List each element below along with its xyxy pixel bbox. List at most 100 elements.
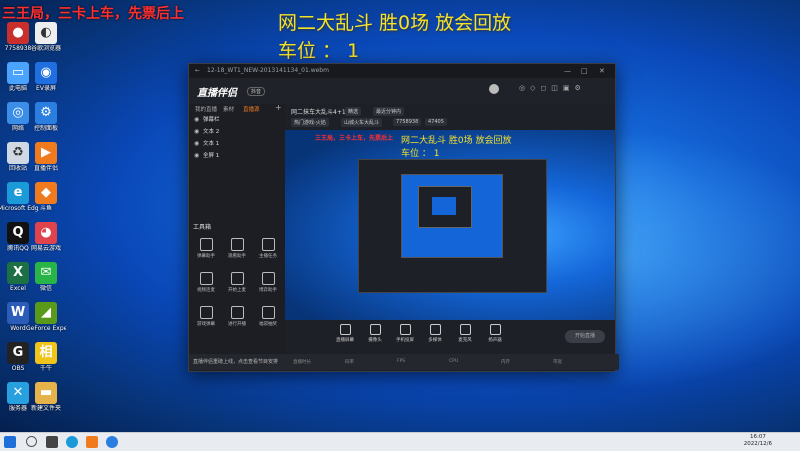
tool-label: 主播任务 (259, 254, 277, 259)
source-button[interactable]: 麦克风 (451, 324, 479, 343)
back-icon[interactable]: ← (195, 64, 200, 78)
chip[interactable]: 精选 (345, 107, 362, 116)
source-button[interactable]: 手机投屏 (391, 324, 419, 343)
app-header: 直播伴侣 抖音 ◎◇◻◫▣⚙ (189, 78, 615, 104)
clock[interactable]: 16:07 2022/12/6 (744, 434, 772, 448)
eye-icon[interactable]: ◉ (194, 114, 199, 126)
tool-item[interactable]: 观看助手 (222, 238, 252, 259)
close-icon[interactable]: ✕ (599, 64, 605, 78)
source-icon (429, 324, 441, 335)
tool-item[interactable]: 视频连麦 (191, 272, 221, 293)
stream-info-bar: 网二抹车大乱斗4+1 精选 最近分钟内 热门游戏-火焰 山城火车大乱斗 7758… (285, 104, 615, 130)
chip[interactable]: 热门游戏-火焰 (291, 118, 329, 127)
tool-item[interactable]: 福袋抽奖 (253, 306, 283, 327)
tool-item[interactable]: 弹幕助手 (191, 238, 221, 259)
toolbox-title: 工具箱 (193, 224, 212, 231)
window-titlebar[interactable]: ← 12-18_WT1_NEW-2013141134_01.webm — □ ✕ (189, 64, 615, 78)
header-tool-icons[interactable]: ◎◇◻◫▣⚙ (519, 84, 586, 92)
desktop-icon[interactable]: ▬ 新建文件夹 (26, 382, 66, 412)
tool-label: 观看助手 (228, 254, 246, 259)
scene-item[interactable]: ◉ 弹幕栏 (189, 114, 285, 126)
task-view-icon[interactable] (46, 436, 58, 448)
source-label: 扬声器 (488, 338, 502, 343)
desktop-icon[interactable]: ◐ 谷歌浏览器 (26, 22, 66, 52)
status-label: FPS (397, 359, 406, 364)
tool-label: 福袋抽奖 (259, 322, 277, 327)
desktop-icon[interactable]: ◉ EV录屏 (26, 62, 66, 92)
scene-item[interactable]: ◉ 文本 2 (189, 126, 285, 138)
tool-icon (261, 272, 275, 285)
tab-materials[interactable]: 素材 (223, 105, 234, 113)
overlay-yellow-line1: 网二大乱斗 胜0场 放会回放 (278, 12, 512, 34)
status-label: 内存 (501, 360, 510, 365)
tool-label: 视频连麦 (197, 288, 215, 293)
app-icon[interactable] (106, 436, 118, 448)
desktop-icon-label: 谷歌浏览器 (30, 45, 61, 52)
source-icon (369, 324, 381, 335)
left-tabs: 我的直播 素材 直播源 + (189, 103, 285, 114)
desktop-icon[interactable]: ⚙ 控制面板 (26, 102, 66, 132)
game-icon: ◕ (35, 222, 57, 244)
source-button[interactable]: 摄像头 (361, 324, 389, 343)
live-companion-icon[interactable] (86, 436, 98, 448)
nested-preview-window-2 (418, 186, 472, 228)
stream-title[interactable]: 网二抹车大乱斗4+1 (291, 107, 346, 116)
wechat-icon: ✉ (35, 262, 57, 284)
scene-label: 文本 2 (203, 129, 220, 135)
tab-my-live[interactable]: 我的直播 (195, 105, 217, 113)
eye-icon[interactable]: ◉ (194, 126, 199, 138)
desktop-icon-label: 直播伴侣 (33, 165, 58, 172)
source-button[interactable]: 直播屏幕 (331, 324, 359, 343)
tool-item[interactable]: 主播任务 (253, 238, 283, 259)
tool-item[interactable]: 开始上麦 (222, 272, 252, 293)
overlay-yellow-line2: 车位 ： 1 (278, 40, 360, 62)
desktop-icon[interactable]: 相千牛 (26, 342, 66, 372)
stream-preview[interactable]: 三王局，三卡上车，先票后上 网二大乱斗 胜0场 放会回放 车位 ： 1 (285, 130, 615, 320)
scene-item[interactable]: ◉ 全屏 1 (189, 150, 285, 162)
tool-item[interactable]: 博弈助手 (253, 272, 283, 293)
desktop-icon[interactable]: ✉ 微信 (26, 262, 66, 292)
desktop-icon-label: 控制面板 (33, 125, 58, 132)
qianniu-icon: 相 (35, 342, 57, 364)
tool-icon (230, 306, 244, 319)
source-label: 多媒体 (428, 338, 442, 343)
tab-live-source[interactable]: 直播源 (243, 105, 260, 113)
desktop-icon[interactable]: ◕ 网易云游戏 (26, 222, 66, 252)
nested-preview-desktop (401, 174, 503, 258)
desktop-icon[interactable]: ▶ 直播伴侣 (26, 142, 66, 172)
source-button[interactable]: 扬声器 (481, 324, 509, 343)
start-icon[interactable] (4, 436, 16, 448)
nested-preview-window (358, 159, 547, 293)
desktop-icon-label: GeForce Experience (26, 325, 66, 332)
douyu-icon: ◆ (35, 182, 57, 204)
platform-badge[interactable]: 抖音 (247, 87, 266, 96)
desktop-icon[interactable]: ◆ 斗鱼 (26, 182, 66, 212)
folder-icon: ▬ (35, 382, 57, 404)
tool-item[interactable]: 进行开播 (222, 306, 252, 327)
control-panel-icon: ⚙ (35, 102, 57, 124)
tool-icon (230, 238, 244, 251)
scene-item[interactable]: ◉ 文本 1 (189, 138, 285, 150)
eye-icon[interactable]: ◉ (194, 150, 199, 162)
live-companion-window: ← 12-18_WT1_NEW-2013141134_01.webm — □ ✕… (188, 63, 619, 372)
desktop-icon[interactable]: ◢GeForce Experience (26, 302, 66, 332)
chip[interactable]: 最近分钟内 (373, 107, 405, 116)
avatar[interactable] (489, 84, 499, 94)
tool-icon (199, 272, 213, 285)
desktop-icon-label: 斗鱼 (39, 205, 52, 212)
edge-icon[interactable] (66, 436, 78, 448)
recorder-icon: ◉ (35, 62, 57, 84)
search-icon[interactable] (26, 436, 37, 447)
eye-icon[interactable]: ◉ (194, 138, 199, 150)
start-live-button[interactable]: 开始直播 (565, 330, 605, 343)
desktop-icon-label: 千牛 (39, 365, 52, 372)
minimize-icon[interactable]: — (564, 64, 571, 78)
source-button[interactable]: 多媒体 (421, 324, 449, 343)
chip[interactable]: 山城火车大乱斗 (341, 118, 383, 127)
add-source-icon[interactable]: + (275, 103, 282, 112)
tool-item[interactable]: 游戏弹幕 (191, 306, 221, 327)
tool-label: 开始上麦 (228, 288, 246, 293)
app-logo: 直播伴侣 (197, 88, 237, 99)
tool-icon (230, 272, 244, 285)
maximize-icon[interactable]: □ (581, 64, 588, 78)
